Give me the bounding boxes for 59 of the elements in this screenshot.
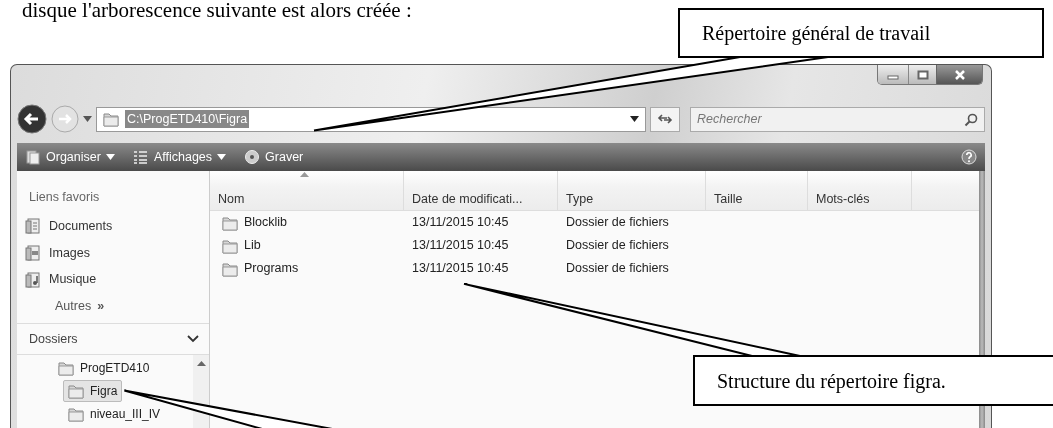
caret-icon <box>105 154 115 160</box>
caret-icon <box>217 154 227 160</box>
folder-icon <box>222 260 238 277</box>
disc-icon <box>244 149 261 165</box>
refresh-arrows-icon <box>657 112 673 126</box>
table-cell-text: Dossier de fichiers <box>565 214 670 232</box>
folder-icon <box>68 405 84 422</box>
file-name[interactable]: Lib <box>210 236 404 255</box>
dropdown-arrow-icon[interactable] <box>630 116 639 122</box>
toolbar-button[interactable]: Graver <box>244 147 304 167</box>
more-links[interactable]: Autres » <box>17 293 209 320</box>
organize-icon <box>25 149 41 165</box>
toolbar-button[interactable]: Affichages <box>132 147 227 167</box>
folder-icon <box>222 214 238 231</box>
callout-box: Répertoire général de travail <box>678 8 1044 58</box>
column-header[interactable]: Mots-clés <box>808 171 912 210</box>
favorite-link[interactable]: Musique <box>17 266 209 293</box>
folder-icon <box>222 237 238 254</box>
pictures-icon <box>25 244 41 261</box>
view-list-icon <box>132 149 149 165</box>
music-icon <box>25 271 41 288</box>
tree-item[interactable]: Figra <box>63 379 123 402</box>
folder-icon <box>68 382 84 399</box>
scroll-up-arrow-icon <box>196 360 206 366</box>
folder-icon <box>103 111 119 127</box>
column-header[interactable]: Taille <box>706 171 808 210</box>
document-icon <box>25 218 41 235</box>
table-cell-text: Dossier de fichiers <box>565 237 670 255</box>
address-bar[interactable]: C:\ProgETD410\Figra <box>96 106 646 132</box>
tree-item[interactable]: niveau_III_IV <box>63 402 166 425</box>
help-icon[interactable] <box>961 149 977 165</box>
refresh-button[interactable] <box>650 106 680 132</box>
back-button[interactable] <box>17 104 47 134</box>
tree-item[interactable]: ProgETD410 <box>53 356 155 379</box>
toolbar-button[interactable]: Organiser <box>25 147 115 167</box>
table-cell-text: 13/11/2015 10:45 <box>411 214 510 232</box>
chevron-icon <box>187 335 199 344</box>
document-text: disque l'arborescence suivante est alors créée : <box>22 0 412 21</box>
favorite-link[interactable]: Documents <box>17 212 209 240</box>
maximize-icon <box>916 69 929 80</box>
close-button[interactable] <box>936 65 982 84</box>
file-name[interactable]: Blocklib <box>210 213 404 232</box>
folder-icon <box>58 359 74 376</box>
column-header[interactable]: Type <box>558 171 706 210</box>
maximize-button[interactable] <box>908 65 936 84</box>
column-header[interactable]: Nom <box>210 171 404 210</box>
file-name[interactable]: Programs <box>210 259 404 278</box>
folders-header[interactable]: Dossiers <box>17 322 209 355</box>
search-field[interactable]: Rechercher <box>690 106 985 132</box>
table-cell-text: 13/11/2015 10:45 <box>411 237 510 255</box>
favorite-link[interactable]: Images <box>17 239 209 267</box>
close-icon <box>953 69 966 80</box>
table-cell-text: Dossier de fichiers <box>565 260 670 278</box>
table-cell-text: 13/11/2015 10:45 <box>411 260 510 278</box>
section-title: Liens favoris <box>28 189 101 206</box>
search-icon <box>964 112 978 127</box>
callout-box: Structure du répertoire figra. <box>693 355 1053 406</box>
column-header[interactable]: Date de modificati... <box>404 171 558 210</box>
sort-arrow-icon <box>300 172 309 177</box>
